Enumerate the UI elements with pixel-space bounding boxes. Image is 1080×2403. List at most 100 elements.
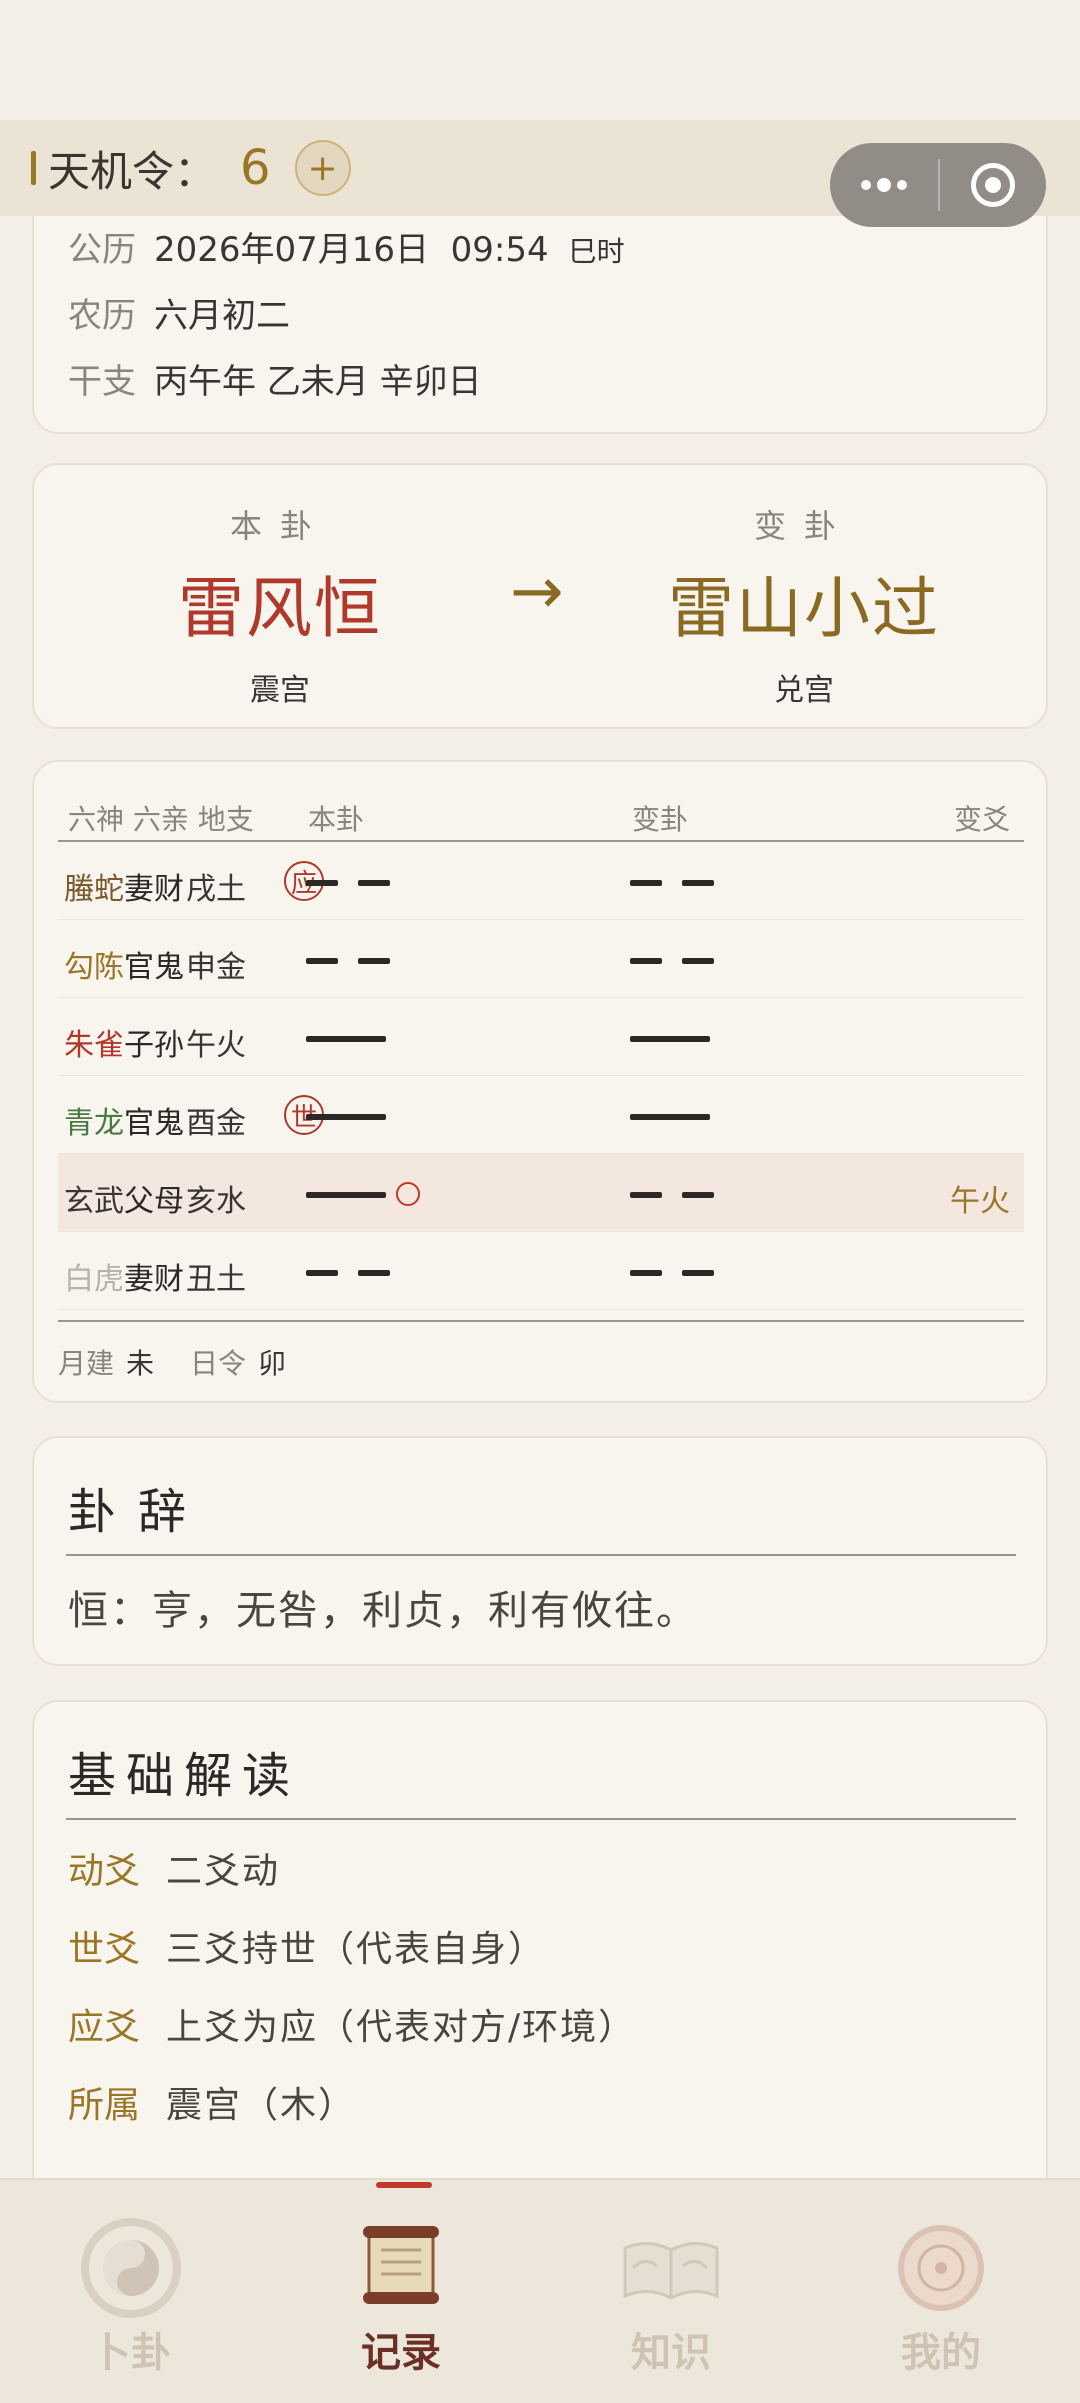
lunar-row: 农历 六月初二: [68, 288, 290, 337]
yao-row: 玄武 父母 亥水 午火: [58, 1154, 1024, 1232]
bottom-nav: 卜卦 记录 知识 我的: [0, 2178, 1080, 2403]
ganzhi-key: 干支: [68, 362, 136, 402]
day-key: 日令: [190, 1347, 247, 1380]
ben-yin-line-right: [358, 1270, 390, 1276]
bian-yin-line-left: [630, 880, 662, 886]
six-relation: 子孙: [124, 1028, 184, 1063]
moving-yao-circle-icon: [396, 1182, 420, 1206]
bian-yin-line-left: [630, 1192, 662, 1198]
bian-yin-line-left: [630, 958, 662, 964]
ben-yin-line-left: [306, 880, 338, 886]
ben-yang-line: [306, 1192, 386, 1198]
basic-divider: [66, 1818, 1016, 1820]
active-tab-indicator: [376, 2182, 432, 2188]
bian-gua-label: 变卦: [753, 507, 854, 545]
six-relation: 妻财: [124, 1262, 184, 1297]
lunar-key: 农历: [68, 296, 136, 336]
ben-gua-label: 本卦: [229, 507, 330, 545]
target-icon: [971, 163, 1015, 207]
yao-row: 勾陈 官鬼 申金: [58, 920, 1024, 998]
ben-yin-line-left: [306, 1270, 338, 1276]
bian-gua: 变卦 雷山小过 兑宫: [644, 501, 964, 709]
header-ben-gua: 本卦: [308, 803, 365, 836]
bian-yin-line-right: [682, 880, 714, 886]
yao-row: 朱雀 子孙 午火: [58, 998, 1024, 1076]
basic-title: 基础解读: [68, 1748, 301, 1804]
guaci-title: 卦辞: [68, 1484, 209, 1540]
tab-records-label: 记录: [361, 2329, 441, 2376]
yao-row: 螣蛇 妻财 戌土应: [58, 842, 1024, 920]
dot-icon: [877, 178, 891, 192]
basic-item-key: 所属: [68, 2085, 141, 2126]
tianjiling-count: 6: [240, 140, 271, 196]
bagua-icon: [71, 2208, 191, 2328]
basic-item: 应爻 上爻为应（代表对方/环境）: [68, 1998, 636, 2050]
guaci-card: 卦辞 恒：亨，无咎，利贞，利有攸往。: [32, 1436, 1048, 1666]
tab-records[interactable]: 记录: [326, 2202, 476, 2382]
bian-yang-line: [630, 1036, 710, 1042]
basic-item-key: 动爻: [68, 1851, 141, 1892]
header-spirits: 六神 六亲 地支: [68, 803, 254, 836]
ben-yin-line-right: [358, 958, 390, 964]
six-relation: 父母: [124, 1184, 184, 1219]
gregorian-value: 2026年07月16日 09:54: [154, 230, 549, 270]
ben-gua-palace: 震宫: [250, 673, 310, 708]
tab-divination-label: 卜卦: [91, 2329, 171, 2376]
guaci-text: 恒：亨，无咎，利贞，利有攸往。: [68, 1588, 698, 1634]
basic-item-key: 应爻: [68, 2007, 141, 2048]
bian-gua-name: 雷山小过: [668, 570, 940, 647]
basic-item: 动爻 二爻动: [68, 1842, 280, 1894]
ben-yin-line-right: [358, 880, 390, 886]
dot-icon: [897, 180, 907, 190]
scroll-icon: [341, 2208, 461, 2328]
six-spirit: 朱雀: [64, 1028, 124, 1063]
lunar-value: 六月初二: [154, 296, 290, 336]
changed-yao: 午火: [950, 1184, 1010, 1219]
basic-item: 所属 震宫（木）: [68, 2076, 356, 2128]
gregorian-hour: 巳时: [568, 235, 625, 268]
six-spirit: 勾陈: [64, 950, 124, 985]
book-icon: [611, 2208, 731, 2328]
miniprogram-capsule: [830, 143, 1046, 227]
six-spirit: 青龙: [64, 1106, 124, 1141]
dot-icon: [861, 180, 871, 190]
tianjiling-label: 天机令：: [48, 146, 217, 196]
ganzhi-value: 丙午年 乙未月 辛卯日: [154, 362, 482, 402]
add-tianjiling-button[interactable]: +: [294, 140, 351, 196]
ben-yang-line: [306, 1036, 386, 1042]
bian-yin-line-right: [682, 1192, 714, 1198]
basic-item: 世爻 三爻持世（代表自身）: [68, 1920, 546, 1972]
bian-yin-line-right: [682, 958, 714, 964]
tab-mine[interactable]: 我的: [866, 2202, 1016, 2382]
day-value: 卯: [258, 1347, 287, 1380]
gregorian-row: 公历 2026年07月16日 09:54 巳时: [68, 222, 625, 271]
title-marker: [31, 151, 36, 185]
close-miniprogram-button[interactable]: [940, 163, 1046, 207]
more-menu-button[interactable]: [830, 178, 938, 192]
ganzhi-row: 干支 丙午年 乙未月 辛卯日: [68, 354, 482, 403]
bian-yang-line: [630, 1114, 710, 1120]
gregorian-key: 公历: [68, 230, 136, 270]
compass-icon: [881, 2208, 1001, 2328]
ben-gua-name: 雷风恒: [178, 570, 382, 647]
header-change-yao: 变爻: [954, 803, 1011, 836]
yao-row: 青龙 官鬼 酉金世: [58, 1076, 1024, 1154]
ben-gua: 本卦 雷风恒 震宫: [120, 501, 440, 709]
basic-item-value: 震宫（木）: [166, 2085, 357, 2126]
tab-knowledge-label: 知识: [631, 2329, 711, 2376]
earthly-branch: 戌土: [186, 872, 246, 907]
basic-item-value: 三爻持世（代表自身）: [166, 1929, 547, 1970]
earthly-branch: 丑土: [186, 1262, 246, 1297]
tab-mine-label: 我的: [901, 2329, 981, 2376]
six-spirit: 玄武: [64, 1184, 124, 1219]
six-spirit: 白虎: [64, 1262, 124, 1297]
tab-knowledge[interactable]: 知识: [596, 2202, 746, 2382]
tab-divination[interactable]: 卜卦: [56, 2202, 206, 2382]
footer-divider: [58, 1320, 1024, 1322]
header-bian-gua: 变卦: [632, 803, 689, 836]
basic-item-value: 二爻动: [166, 1851, 281, 1892]
gua-card: 本卦 雷风恒 震宫 → 变卦 雷山小过 兑宫: [32, 463, 1048, 729]
bian-yin-line-left: [630, 1270, 662, 1276]
six-relation: 官鬼: [124, 950, 184, 985]
six-relation: 妻财: [124, 872, 184, 907]
